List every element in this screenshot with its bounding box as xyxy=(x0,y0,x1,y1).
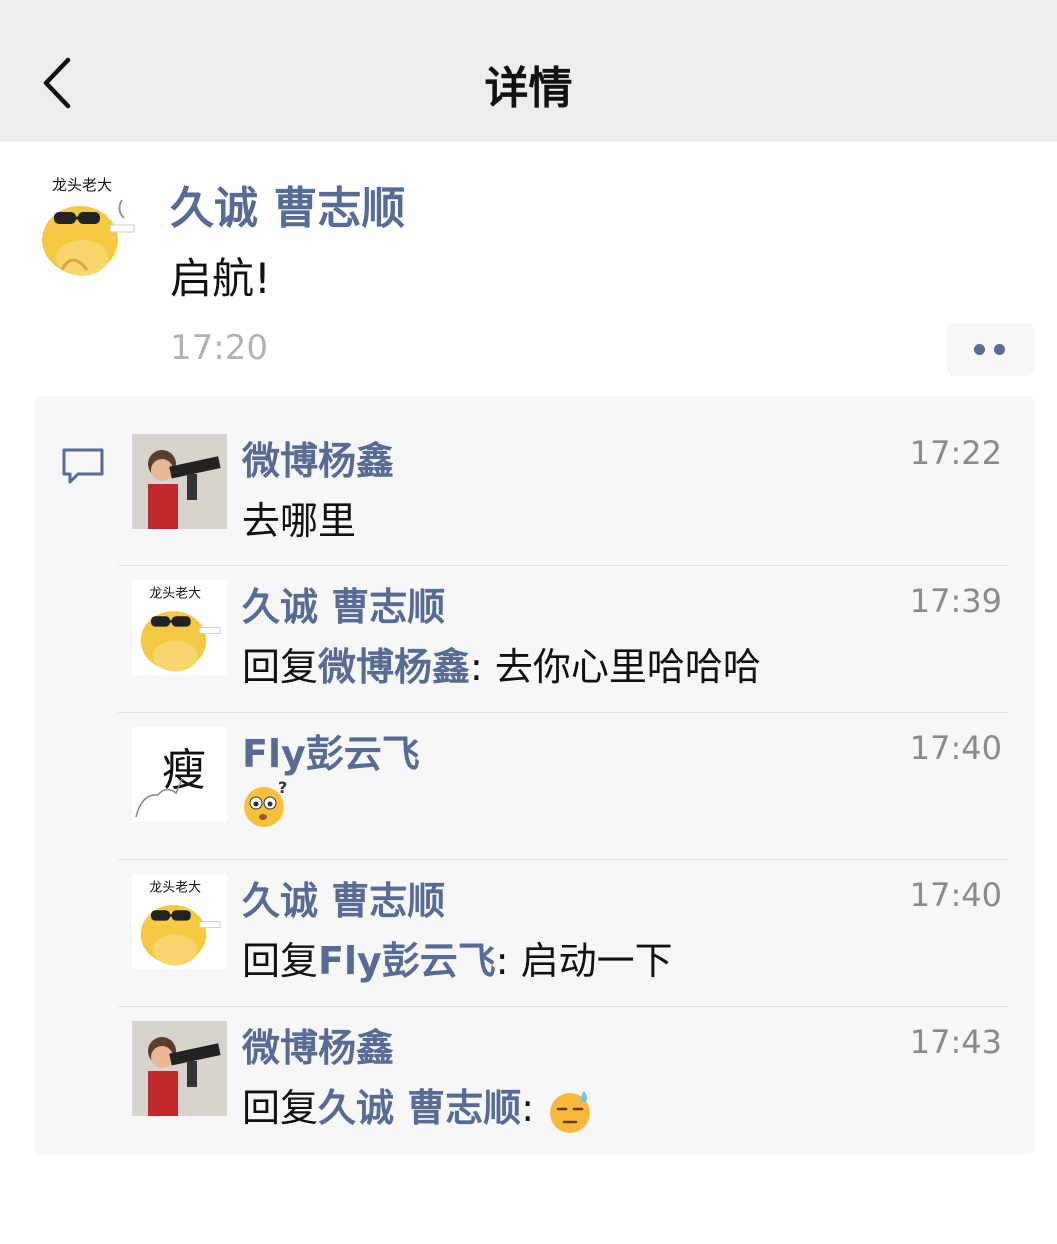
post-text: 启航! xyxy=(170,254,271,303)
reply-target[interactable]: 久诚 曹志顺 xyxy=(318,1086,521,1130)
navbar: 详情 xyxy=(0,0,1057,142)
comment-author[interactable]: 微博杨鑫 xyxy=(242,1017,394,1072)
more-actions-button[interactable] xyxy=(946,322,1034,376)
dot-icon xyxy=(974,344,985,355)
reply-target[interactable]: 微博杨鑫 xyxy=(318,645,470,689)
post-time: 17:20 xyxy=(170,328,268,368)
sweat-emoji-icon xyxy=(550,1090,591,1133)
avatar-calligraphy[interactable]: 瘦 xyxy=(132,727,227,822)
comment-text: 回复Fly彭云飞: 启动一下 xyxy=(242,930,673,985)
reply-text: : xyxy=(521,1086,535,1130)
page-title: 详情 xyxy=(484,63,573,114)
comment-author[interactable]: 久诚 曹志顺 xyxy=(242,576,445,631)
comment-time: 17:43 xyxy=(909,1023,1002,1061)
comment-text: ? xyxy=(242,779,294,829)
post-author[interactable]: 久诚 曹志顺 xyxy=(170,172,405,236)
comment-time: 17:22 xyxy=(909,434,1002,472)
reply-target[interactable]: Fly彭云飞 xyxy=(318,939,496,983)
avatar-caption: 龙头老大 xyxy=(52,176,112,194)
avatar-caption: 瘦 xyxy=(162,745,206,796)
comment-text: 回复久诚 曹志顺: xyxy=(242,1077,596,1135)
avatar-kid-photo[interactable] xyxy=(132,434,227,529)
avatar-caption: 龙头老大 xyxy=(149,586,201,601)
comment-time: 17:40 xyxy=(909,729,1002,767)
comment-item: 微博杨鑫 17:22 去哪里 xyxy=(118,396,1008,543)
avatar-caption: 龙头老大 xyxy=(149,880,201,895)
svg-text:?: ? xyxy=(278,779,287,797)
comment-author[interactable]: 久诚 曹志顺 xyxy=(242,870,445,925)
avatar-kid-photo[interactable] xyxy=(132,1021,227,1116)
comment-item: 瘦 Fly彭云飞 17:40 ? xyxy=(118,712,1008,859)
avatar-dragon[interactable]: 龙头老大 xyxy=(132,580,227,675)
reply-text: : 启动一下 xyxy=(495,939,673,983)
dot-icon xyxy=(994,344,1005,355)
avatar-dragon[interactable]: 龙头老大 xyxy=(132,874,227,969)
comment-author[interactable]: 微博杨鑫 xyxy=(242,430,394,485)
confused-emoji-icon: ? xyxy=(244,779,287,827)
comment-item: 微博杨鑫 17:43 回复久诚 曹志顺: xyxy=(118,1006,1008,1153)
comment-time: 17:40 xyxy=(909,876,1002,914)
reply-text: : 去你心里哈哈哈 xyxy=(470,645,761,689)
comment-time: 17:39 xyxy=(909,582,1002,620)
comment-icon xyxy=(62,448,104,484)
reply-prefix: 回复 xyxy=(242,939,319,983)
comment-author[interactable]: Fly彭云飞 xyxy=(242,723,420,778)
reply-prefix: 回复 xyxy=(242,645,319,689)
comment-item: 龙头老大 久诚 曹志顺 17:39 回复微博杨鑫: 去你心里哈哈哈 xyxy=(118,565,1008,712)
comment-item: 龙头老大 久诚 曹志顺 17:40 回复Fly彭云飞: 启动一下 xyxy=(118,859,1008,1006)
comment-text: 去哪里 xyxy=(242,499,357,543)
avatar-dragon[interactable]: 龙头老大 xyxy=(32,170,142,280)
comment-list: 微博杨鑫 17:22 去哪里 龙头老大 久诚 曹志顺 17:39 回复微博杨鑫:… xyxy=(34,396,1034,1154)
comment-text: 回复微博杨鑫: 去你心里哈哈哈 xyxy=(242,636,761,691)
reply-prefix: 回复 xyxy=(242,1086,319,1130)
